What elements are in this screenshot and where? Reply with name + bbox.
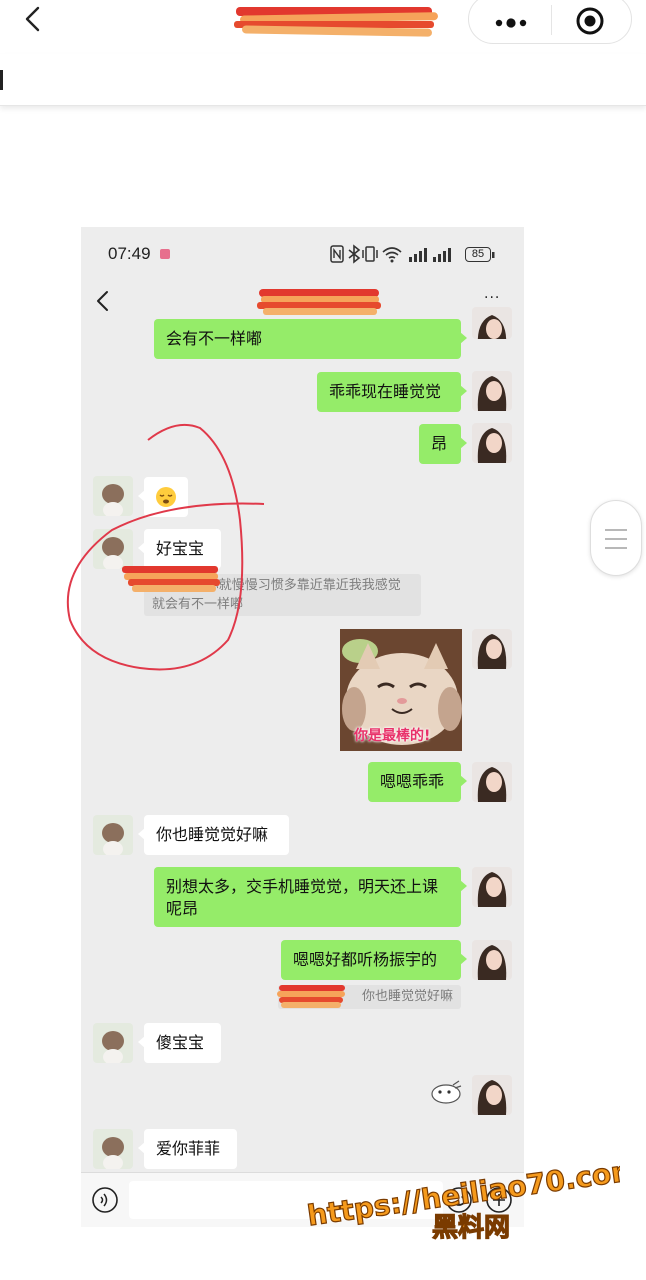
avatar[interactable] — [93, 476, 133, 516]
message-bubble-sent: 别想太多，交手机睡觉觉，明天还上课呢昂 — [154, 867, 467, 927]
more-options-button[interactable]: ··· — [484, 290, 500, 306]
app-notification-icon — [160, 249, 170, 259]
message-text: 别想太多，交手机睡觉觉，明天还上课呢昂 — [166, 877, 439, 918]
chat-screenshot: 07:49 85 ··· 会有不一样嘟 乖乖现在睡觉觉 昂 好宝宝 困la💤：你… — [81, 227, 524, 1227]
target-icon[interactable] — [575, 5, 605, 35]
avatar[interactable] — [472, 940, 512, 980]
chat-header: ··· — [81, 277, 524, 325]
message-bubble-received: 你也睡觉觉好嘛 — [138, 815, 289, 855]
handle-line — [605, 529, 627, 531]
text-caret — [0, 70, 3, 90]
message-text: 乖乖现在睡觉觉 — [329, 382, 442, 401]
mini-program-capsule — [468, 0, 632, 44]
message-text: 昂 — [431, 434, 448, 453]
top-navigation-bar — [0, 0, 646, 52]
watermark-name: 黑料网 — [432, 1213, 510, 1243]
message-text: 嗯嗯好都听杨振宇的 — [293, 950, 438, 969]
status-bar: 07:49 85 — [81, 227, 524, 277]
battery-tip — [492, 252, 495, 258]
handle-line — [605, 538, 627, 540]
capsule-divider — [551, 5, 552, 35]
vibrate-icon — [362, 246, 378, 262]
signal-icon — [433, 248, 451, 262]
message-bubble-sent: 会有不一样嘟 — [154, 319, 467, 359]
watermark-logo: https://heiliao70.com 黑料网 — [305, 1152, 620, 1243]
avatar[interactable] — [472, 307, 512, 339]
nfc-icon — [330, 245, 344, 263]
floating-menu-handle[interactable] — [590, 500, 642, 576]
message-bubble-received: 爱你菲菲 — [138, 1129, 237, 1169]
address-bar[interactable] — [0, 54, 646, 106]
avatar[interactable] — [472, 423, 512, 463]
message-bubble-received — [138, 477, 188, 517]
redacted-contact-name — [257, 289, 381, 315]
message-bubble-sent: 乖乖现在睡觉觉 — [317, 372, 467, 412]
quoted-text: 困la💤：你就慢慢习惯多靠近靠近我我感觉就会有不一样嘟 — [152, 578, 401, 612]
avatar[interactable] — [472, 629, 512, 669]
message-bubble-received: 傻宝宝 — [138, 1023, 221, 1063]
redacted-sender-name — [277, 985, 345, 1008]
quoted-message: 困la💤：你就慢慢习惯多靠近靠近我我感觉就会有不一样嘟 — [144, 574, 421, 616]
cartoon-sticker[interactable] — [429, 1079, 463, 1105]
message-text: 好宝宝 — [156, 539, 205, 558]
message-bubble-received: 好宝宝 — [138, 529, 221, 569]
image-caption: 你是最棒的! — [354, 728, 431, 744]
message-text: 嗯嗯乖乖 — [380, 772, 445, 791]
sleepy-emoji-icon — [156, 487, 176, 507]
redacted-title-scribble — [234, 7, 438, 37]
message-text: 傻宝宝 — [156, 1033, 205, 1052]
wifi-icon — [382, 247, 402, 263]
signal-icon — [409, 248, 427, 262]
handle-line — [605, 547, 627, 549]
message-bubble-sent: 昂 — [419, 424, 467, 464]
bluetooth-icon — [348, 244, 361, 264]
avatar[interactable] — [472, 371, 512, 411]
message-bubble-sent: 嗯嗯乖乖 — [368, 762, 467, 802]
chevron-left-icon[interactable] — [93, 289, 113, 313]
message-bubble-sent: 嗯嗯好都听杨振宇的 — [281, 940, 467, 980]
message-text: 你也睡觉觉好嘛 — [156, 825, 269, 844]
avatar[interactable] — [93, 529, 133, 569]
more-dots-icon[interactable] — [489, 7, 533, 33]
chevron-left-icon[interactable] — [20, 6, 46, 32]
status-time: 07:49 — [108, 244, 151, 263]
avatar[interactable] — [93, 1023, 133, 1063]
voice-icon[interactable] — [91, 1186, 119, 1214]
battery-icon: 85 — [465, 247, 491, 262]
quoted-text: 你也睡觉觉好嘛 — [361, 989, 453, 1004]
message-text: 爱你菲菲 — [156, 1139, 221, 1158]
avatar[interactable] — [472, 867, 512, 907]
avatar[interactable] — [472, 762, 512, 802]
message-text: 会有不一样嘟 — [166, 329, 263, 348]
avatar[interactable] — [472, 1075, 512, 1115]
avatar[interactable] — [93, 815, 133, 855]
avatar[interactable] — [93, 1129, 133, 1169]
cat-sticker-image[interactable]: 你是最棒的! — [340, 629, 462, 751]
